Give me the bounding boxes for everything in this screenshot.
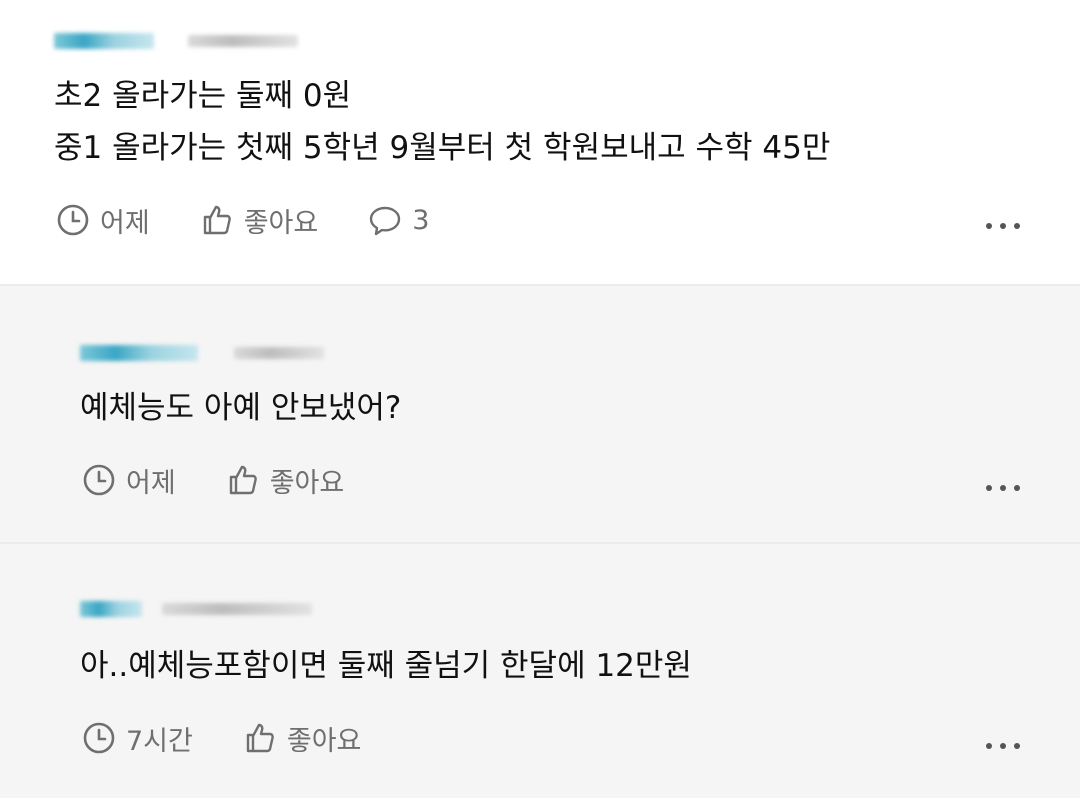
comment-body: 예체능도 아예 안보냈어? (80, 382, 401, 434)
timestamp-text: 어제 (126, 467, 176, 499)
comment-actions: 7시간 좋아요 (82, 718, 411, 758)
comment-line: 중1 올라가는 첫째 5학년 9월부터 첫 학원보내고 수학 45만 (54, 130, 831, 166)
like-button[interactable]: 좋아요 (243, 719, 362, 758)
more-dot (986, 485, 992, 491)
comment-body: 아..예체능포함이면 둘째 줄넘기 한달에 12만원 (80, 640, 692, 692)
timestamp: 7시간 (82, 719, 193, 758)
more-dot (986, 223, 992, 229)
more-dot (1014, 485, 1020, 491)
author-meta-blurred (234, 347, 324, 359)
more-options-button[interactable] (986, 741, 1020, 751)
like-label: 좋아요 (269, 467, 345, 499)
like-button[interactable]: 좋아요 (226, 461, 345, 500)
comment-line: 예체능도 아예 안보냈어? (80, 390, 402, 426)
like-label: 좋아요 (286, 725, 362, 757)
comment-actions: 어제 좋아요 (82, 460, 394, 500)
thumbs-up-icon (246, 723, 274, 753)
speech-bubble-icon (370, 206, 401, 236)
timestamp: 어제 (82, 461, 176, 500)
clock-icon (83, 722, 115, 754)
author-name-blurred[interactable] (80, 345, 198, 361)
thumbs-up-icon (203, 205, 231, 235)
more-dot (1014, 223, 1020, 229)
clock-icon (83, 464, 115, 496)
reply-1: 예체능도 아예 안보냈어? 어제 좋아요 (0, 284, 1080, 542)
reply-button[interactable]: 3 (368, 203, 429, 237)
reply-2: 아..예체능포함이면 둘째 줄넘기 한달에 12만원 7시간 좋아요 (0, 542, 1080, 798)
more-dot (1000, 743, 1006, 749)
reply-count: 3 (412, 204, 430, 236)
author-name-blurred[interactable] (80, 601, 142, 617)
more-options-button[interactable] (986, 221, 1020, 231)
author-meta-blurred (162, 603, 312, 615)
comment-actions: 어제 좋아요 3 (56, 200, 479, 240)
timestamp-text: 어제 (100, 207, 150, 239)
author-blurred-2[interactable] (80, 338, 330, 368)
timestamp: 어제 (56, 201, 150, 240)
author-blurred-1[interactable] (54, 26, 304, 56)
more-dot (1000, 223, 1006, 229)
comment-body: 초2 올라가는 둘째 0원 중1 올라가는 첫째 5학년 9월부터 첫 학원보내… (54, 70, 830, 174)
author-blurred-3[interactable] (80, 594, 318, 624)
like-label: 좋아요 (243, 207, 319, 239)
author-name-blurred[interactable] (54, 33, 154, 49)
more-dot (1000, 485, 1006, 491)
comment-1: 초2 올라가는 둘째 0원 중1 올라가는 첫째 5학년 9월부터 첫 학원보내… (0, 0, 1080, 284)
comment-line: 초2 올라가는 둘째 0원 (54, 78, 352, 114)
more-dot (986, 743, 992, 749)
like-button[interactable]: 좋아요 (200, 201, 319, 240)
more-options-button[interactable] (986, 483, 1020, 493)
clock-icon (57, 204, 89, 236)
more-dot (1014, 743, 1020, 749)
comment-line: 아..예체능포함이면 둘째 줄넘기 한달에 12만원 (80, 648, 692, 684)
timestamp-text: 7시간 (126, 725, 193, 757)
thumbs-up-icon (229, 465, 257, 495)
author-meta-blurred (188, 35, 298, 47)
